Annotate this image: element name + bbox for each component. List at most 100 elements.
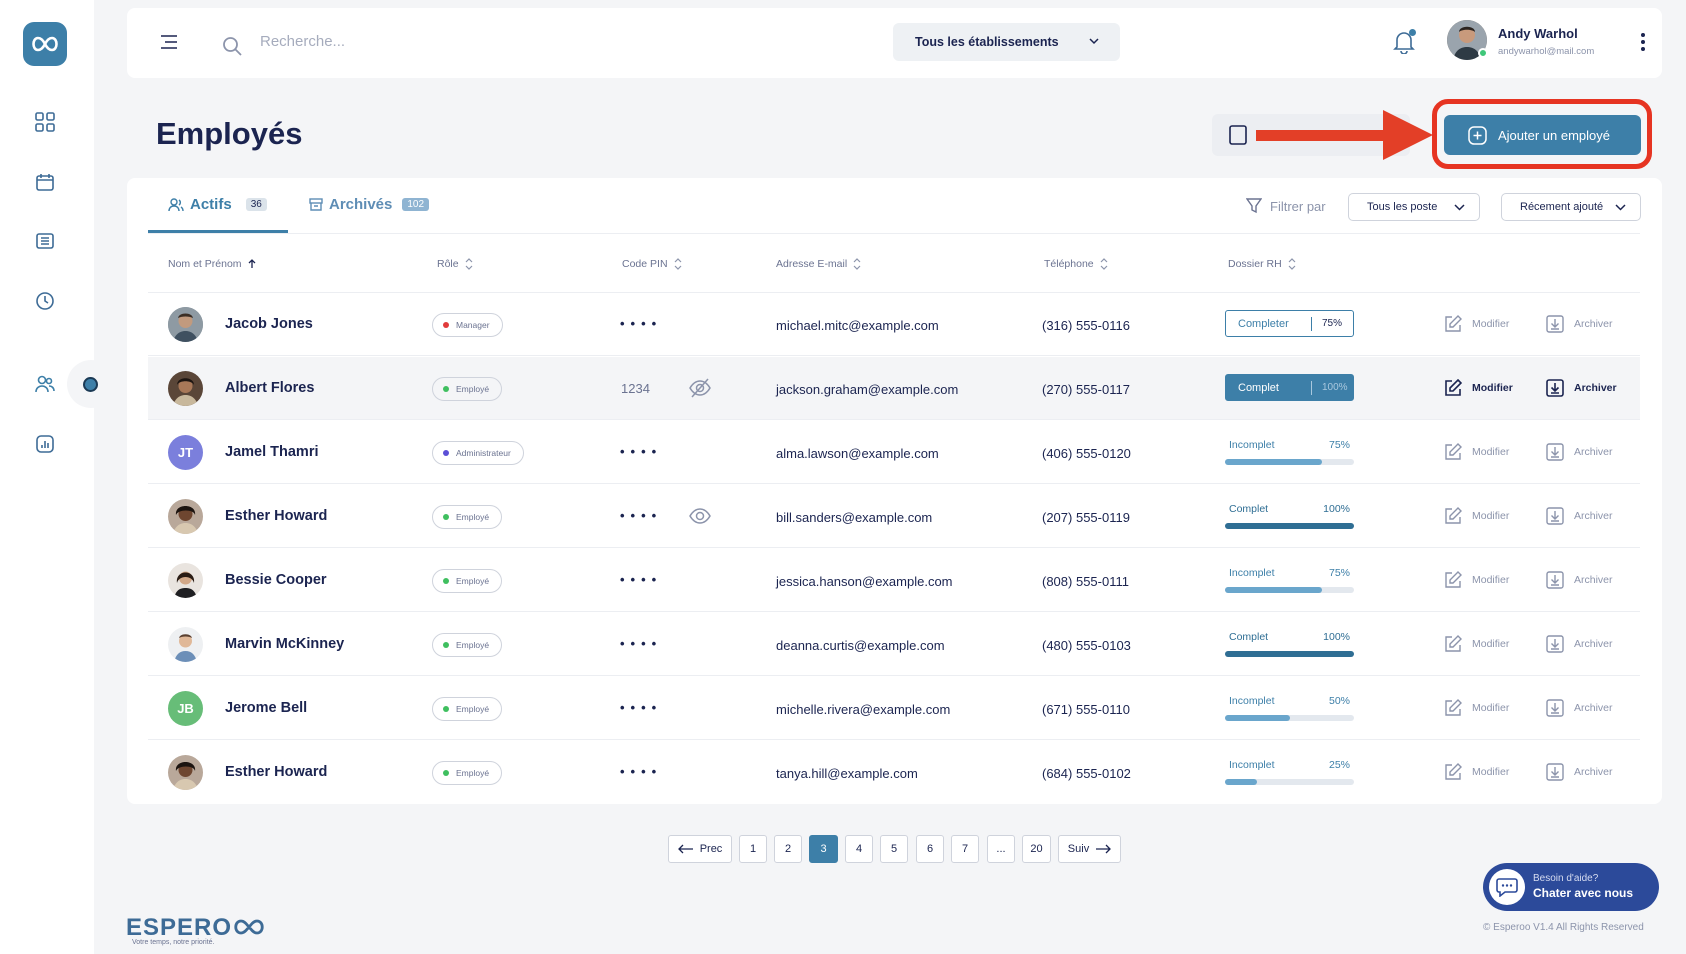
edit-icon <box>1445 379 1462 396</box>
sort-icon <box>1100 258 1108 270</box>
avatar: JT <box>168 435 203 470</box>
archive-button[interactable]: Archiver <box>1546 699 1613 717</box>
page-title: Employés <box>156 116 303 151</box>
archive-button[interactable]: Archiver <box>1546 507 1613 525</box>
edit-icon <box>1445 443 1462 460</box>
more-options-icon[interactable] <box>1640 32 1646 57</box>
archive-button[interactable]: Archiver <box>1546 763 1613 781</box>
role-badge-label: Employé <box>456 704 490 714</box>
filter-by[interactable]: Filtrer par <box>1246 198 1326 214</box>
employee-name: Jacob Jones <box>225 316 313 332</box>
eye-off-icon[interactable] <box>688 377 712 404</box>
col-header-pin[interactable]: Code PIN <box>622 258 682 270</box>
table-row[interactable]: Esther Howard Employé •••• bill.sanders@… <box>148 485 1640 548</box>
clock-icon[interactable] <box>30 286 60 316</box>
role-badge-label: Manager <box>456 320 490 330</box>
role-badge-label: Employé <box>456 768 490 778</box>
edit-label: Modifier <box>1472 510 1510 522</box>
pagination-page[interactable]: 2 <box>774 835 802 863</box>
employee-email: deanna.curtis@example.com <box>776 638 945 653</box>
pin-code: •••• <box>620 700 663 715</box>
col-header-email[interactable]: Adresse E-mail <box>776 258 861 270</box>
archive-label: Archiver <box>1574 318 1613 330</box>
edit-button[interactable]: Modifier <box>1444 443 1509 461</box>
search-input[interactable] <box>260 33 460 50</box>
menu-toggle-icon[interactable] <box>160 35 178 54</box>
employee-email: alma.lawson@example.com <box>776 446 939 461</box>
tab-actifs-count: 36 <box>245 198 267 211</box>
table-row[interactable]: JT Jamel Thamri Administrateur •••• alma… <box>148 421 1640 484</box>
edit-button[interactable]: Modifier <box>1444 315 1509 333</box>
calendar-icon[interactable] <box>30 167 60 197</box>
chat-bubble-icon <box>1489 869 1525 905</box>
archive-button[interactable]: Archiver <box>1546 379 1617 397</box>
table-row[interactable]: Esther Howard Employé •••• tanya.hill@ex… <box>148 741 1640 804</box>
pagination-page-current[interactable]: 3 <box>809 835 838 863</box>
col-header-rh[interactable]: Dossier RH <box>1228 258 1296 270</box>
establishment-select[interactable]: Tous les établissements <box>893 23 1120 61</box>
employee-phone: (207) 555-0119 <box>1042 510 1130 525</box>
avatar <box>168 627 203 662</box>
tab-active-underline <box>148 230 288 233</box>
employees-icon[interactable] <box>30 369 60 399</box>
edit-button[interactable]: Modifier <box>1444 571 1509 589</box>
poste-select[interactable]: Tous les poste <box>1348 193 1480 221</box>
rh-progress-fill <box>1225 779 1258 785</box>
chat-line2: Chater avec nous <box>1533 886 1634 900</box>
pagination-page[interactable]: 6 <box>916 835 944 863</box>
pin-code: •••• <box>620 316 663 331</box>
list-icon[interactable] <box>30 226 60 256</box>
chat-widget[interactable]: Besoin d'aide? Chater avec nous <box>1483 863 1659 911</box>
employee-name: Jamel Thamri <box>225 444 319 460</box>
edit-button[interactable]: Modifier <box>1444 379 1513 397</box>
pagination-page[interactable]: 1 <box>739 835 767 863</box>
archive-button[interactable]: Archiver <box>1546 315 1613 333</box>
edit-button[interactable]: Modifier <box>1444 507 1509 525</box>
edit-button[interactable]: Modifier <box>1444 699 1509 717</box>
archive-button[interactable]: Archiver <box>1546 635 1613 653</box>
rh-status-label: Incomplet <box>1229 439 1275 451</box>
table-row[interactable]: JB Jerome Bell Employé •••• michelle.riv… <box>148 677 1640 740</box>
app-logo[interactable] <box>23 22 67 66</box>
sort-select[interactable]: Récement ajouté <box>1501 193 1641 221</box>
pagination-page[interactable]: 20 <box>1022 835 1051 863</box>
rh-progress: Complet 100% <box>1225 501 1354 531</box>
pagination-page[interactable]: 7 <box>951 835 979 863</box>
pagination-page[interactable]: 5 <box>880 835 908 863</box>
col-header-phone[interactable]: Téléphone <box>1044 258 1108 270</box>
pagination-page[interactable]: 4 <box>845 835 873 863</box>
edit-icon <box>1445 635 1462 652</box>
tab-archives[interactable]: Archivés 102 <box>309 196 430 213</box>
reports-icon[interactable] <box>30 429 60 459</box>
pin-code: •••• <box>620 444 663 459</box>
col-header-name[interactable]: Nom et Prénom <box>168 258 256 270</box>
rh-progress-fill <box>1225 459 1322 465</box>
pagination-next-label: Suiv <box>1067 843 1090 855</box>
table-row[interactable]: Jacob Jones Manager •••• michael.mitc@ex… <box>148 293 1640 356</box>
rh-progress: Complet 100% <box>1225 629 1354 659</box>
employee-name: Albert Flores <box>225 380 315 396</box>
edit-label: Modifier <box>1472 382 1513 394</box>
table-row[interactable]: Albert Flores Employé 1234 jackson.graha… <box>148 357 1640 420</box>
archive-button[interactable]: Archiver <box>1546 443 1613 461</box>
employee-name: Esther Howard <box>225 764 328 780</box>
archive-icon <box>1546 379 1564 397</box>
annotation-arrow-shaft <box>1256 130 1388 141</box>
col-header-role[interactable]: Rôle <box>437 258 473 270</box>
pagination-prev[interactable]: Prec <box>668 835 732 863</box>
table-row[interactable]: Bessie Cooper Employé •••• jessica.hanso… <box>148 549 1640 612</box>
employee-name: Esther Howard <box>225 508 328 524</box>
pagination-next[interactable]: Suiv <box>1058 835 1121 863</box>
eye-icon[interactable] <box>688 505 712 532</box>
edit-button[interactable]: Modifier <box>1444 635 1509 653</box>
edit-button[interactable]: Modifier <box>1444 763 1509 781</box>
dashboard-icon[interactable] <box>30 107 60 137</box>
role-badge: Employé <box>432 761 503 785</box>
role-badge: Manager <box>432 313 503 337</box>
rh-complete-button[interactable]: Completer 75% <box>1225 310 1354 337</box>
table-row[interactable]: Marvin McKinney Employé •••• deanna.curt… <box>148 613 1640 676</box>
sidebar <box>0 0 115 954</box>
user-email: andywarhol@mail.com <box>1498 46 1595 57</box>
archive-button[interactable]: Archiver <box>1546 571 1613 589</box>
tab-actifs[interactable]: Actifs 36 <box>168 196 267 213</box>
